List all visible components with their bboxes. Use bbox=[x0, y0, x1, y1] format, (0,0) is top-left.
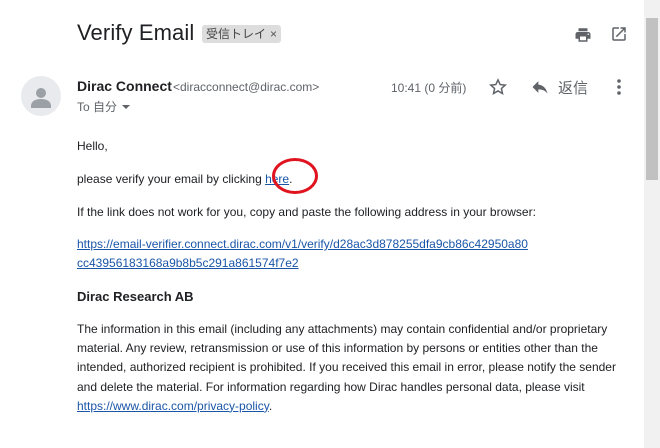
scrollbar-thumb[interactable] bbox=[646, 18, 658, 180]
open-in-new-icon[interactable] bbox=[608, 23, 630, 45]
star-icon[interactable] bbox=[487, 76, 509, 98]
verification-url-line1[interactable]: https://email-verifier.connect.dirac.com… bbox=[77, 237, 528, 251]
company-name: Dirac Research AB bbox=[77, 289, 194, 304]
disclaimer: The information in this email (including… bbox=[77, 320, 637, 416]
sender-name: Dirac Connect bbox=[77, 78, 172, 94]
chevron-down-icon bbox=[122, 104, 131, 109]
verify-line: please verify your email by clicking her… bbox=[77, 170, 292, 189]
verification-url-line2[interactable]: cc43956183168a9b8b5c291a861574f7e2 bbox=[77, 256, 299, 270]
verification-url[interactable]: https://email-verifier.connect.dirac.com… bbox=[77, 235, 528, 273]
inbox-label-chip[interactable]: 受信トレイ × bbox=[202, 25, 282, 43]
sender-avatar bbox=[21, 76, 61, 116]
greeting: Hello, bbox=[77, 139, 108, 153]
inbox-label-text: 受信トレイ bbox=[206, 27, 267, 41]
reply-icon[interactable] bbox=[529, 76, 551, 98]
more-vert-icon[interactable] bbox=[610, 76, 628, 98]
person-avatar-icon bbox=[31, 88, 51, 108]
reply-button-label[interactable]: 返信 bbox=[558, 77, 588, 98]
privacy-policy-link[interactable]: https://www.dirac.com/privacy-policy bbox=[77, 399, 269, 413]
email-subject: Verify Email bbox=[77, 20, 195, 45]
print-icon[interactable] bbox=[572, 24, 594, 46]
disclaimer-text: The information in this email (including… bbox=[77, 322, 616, 394]
fallback-instructions: If the link does not work for you, copy … bbox=[77, 205, 536, 219]
recipient-dropdown[interactable]: To 自分 bbox=[77, 98, 131, 115]
message-time: 10:41 (0 分前) bbox=[391, 81, 467, 95]
annotation-circle bbox=[272, 158, 318, 194]
scrollbar[interactable] bbox=[644, 0, 660, 448]
verify-text: please verify your email by clicking bbox=[77, 172, 266, 186]
sender-email: <diracconnect@dirac.com> bbox=[173, 80, 320, 94]
remove-label-icon[interactable]: × bbox=[270, 25, 277, 43]
recipient-text: To 自分 bbox=[77, 100, 118, 114]
disclaimer-end: . bbox=[268, 398, 273, 413]
